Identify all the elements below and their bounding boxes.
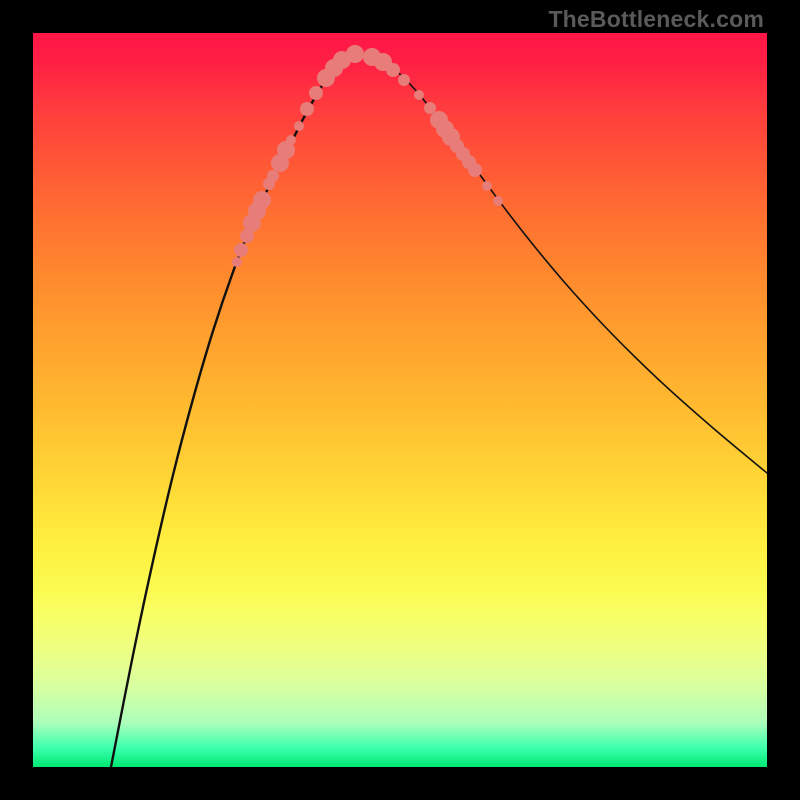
highlight-dot: [414, 90, 424, 100]
highlight-dot: [309, 86, 323, 100]
curve-right-branch: [353, 54, 767, 473]
highlight-dot: [232, 257, 242, 267]
highlight-dot: [300, 102, 314, 116]
highlight-dot: [253, 191, 271, 209]
chart-frame: TheBottleneck.com: [0, 0, 800, 800]
highlight-dot: [398, 74, 410, 86]
highlight-dot: [346, 45, 364, 63]
curve-layer: [33, 33, 767, 767]
highlight-dot: [234, 243, 248, 257]
watermark-text: TheBottleneck.com: [548, 6, 764, 33]
curve-left-branch: [111, 54, 353, 767]
highlight-dot: [267, 170, 279, 182]
plot-area: [33, 33, 767, 767]
highlight-dot: [386, 63, 400, 77]
highlight-dot: [468, 163, 482, 177]
highlight-dots-group: [232, 45, 503, 267]
highlight-dot: [286, 135, 296, 145]
highlight-dot: [294, 121, 304, 131]
highlight-dot: [424, 102, 436, 114]
highlight-dot: [493, 196, 503, 206]
highlight-dot: [482, 181, 492, 191]
